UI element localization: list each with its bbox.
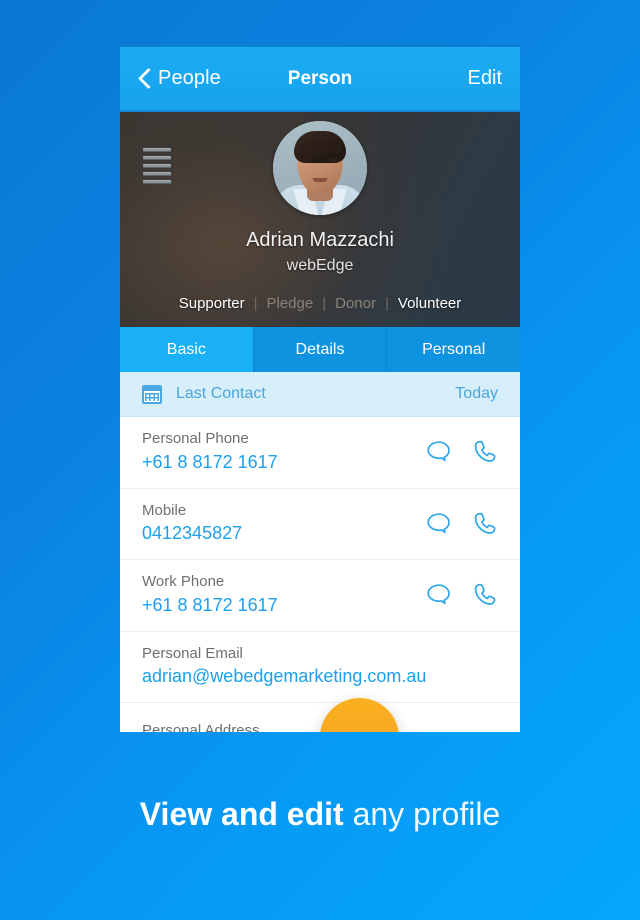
page-title: Person xyxy=(287,67,353,89)
tab-details[interactable]: Details xyxy=(253,327,388,372)
last-contact-value: Today xyxy=(455,385,498,402)
hamburger-menu-icon[interactable] xyxy=(143,148,171,184)
caption: View and edit any profile xyxy=(0,796,640,833)
caption-light: any profile xyxy=(343,796,501,832)
tab-personal[interactable]: Personal xyxy=(387,327,520,372)
row-text: Work Phone +61 8 8172 1617 xyxy=(142,572,412,618)
avatar-photo xyxy=(273,121,367,215)
profile-organisation: webEdge xyxy=(286,257,354,274)
hamburger-bar xyxy=(143,164,171,168)
hamburger-bar xyxy=(143,172,171,176)
row-label: Personal Phone xyxy=(142,430,249,447)
hamburger-bar xyxy=(143,156,171,160)
message-icon[interactable] xyxy=(426,512,452,535)
avatar-eye-right xyxy=(329,158,336,162)
contact-detail-list: Personal Phone +61 8 8172 1617 Mobile 04… xyxy=(120,417,520,732)
profile-tag-pledge[interactable]: Pledge xyxy=(258,295,323,312)
phone-icon[interactable] xyxy=(472,511,498,536)
message-icon[interactable] xyxy=(426,583,452,606)
row-text: Personal Phone +61 8 8172 1617 xyxy=(142,429,412,475)
phone-screen: People Person Edit Adrian Mazzachi webEd… xyxy=(120,44,520,732)
profile-tag-donor[interactable]: Donor xyxy=(326,295,385,312)
phone-icon[interactable] xyxy=(472,439,498,464)
caption-bold: View and edit xyxy=(139,796,344,832)
row-text: Mobile 0412345827 xyxy=(142,501,412,547)
profile-tag-list: Supporter | Pledge | Donor | Volunteer xyxy=(120,295,520,312)
hamburger-bar xyxy=(143,148,171,152)
row-label: Work Phone xyxy=(142,573,225,591)
table-row[interactable]: Work Phone +61 8 8172 1617 xyxy=(120,560,520,632)
message-icon[interactable] xyxy=(426,440,452,463)
avatar-hair xyxy=(294,131,346,163)
row-text: Personal Email adrian@webedgemarketing.c… xyxy=(142,644,498,690)
row-actions xyxy=(412,511,498,536)
row-value[interactable]: +61 8 8172 1617 xyxy=(142,449,412,475)
last-contact-label: Last Contact xyxy=(176,385,266,402)
avatar[interactable] xyxy=(273,121,367,215)
table-row[interactable]: Personal Phone +61 8 8172 1617 xyxy=(120,417,520,489)
row-value[interactable]: adrian@webedgemarketing.com.au xyxy=(142,663,498,689)
last-contact-row[interactable]: Last Contact Today xyxy=(120,372,520,417)
table-row[interactable]: Personal Email adrian@webedgemarketing.c… xyxy=(120,632,520,704)
row-actions xyxy=(412,582,498,607)
row-label: Mobile xyxy=(142,501,187,519)
table-row[interactable]: Mobile 0412345827 xyxy=(120,489,520,561)
avatar-mouth xyxy=(312,178,328,182)
profile-tag-supporter[interactable]: Supporter xyxy=(170,295,254,312)
navigation-bar: People Person Edit xyxy=(120,44,520,112)
row-label: Personal Email xyxy=(142,644,243,662)
hamburger-bar xyxy=(143,180,171,184)
phone-icon[interactable] xyxy=(472,582,498,607)
edit-button[interactable]: Edit xyxy=(468,47,502,110)
profile-name: Adrian Mazzachi xyxy=(246,229,394,251)
profile-tag-volunteer[interactable]: Volunteer xyxy=(389,295,470,312)
tab-bar: Basic Details Personal xyxy=(120,327,520,372)
tab-basic[interactable]: Basic xyxy=(120,327,254,372)
row-value[interactable]: +61 8 8172 1617 xyxy=(142,592,412,618)
row-actions xyxy=(412,439,498,464)
row-value[interactable]: 0412345827 xyxy=(142,520,412,546)
avatar-eye-left xyxy=(304,158,311,162)
profile-header: Adrian Mazzachi webEdge Supporter | Pled… xyxy=(120,112,520,327)
calendar-icon xyxy=(142,384,162,404)
